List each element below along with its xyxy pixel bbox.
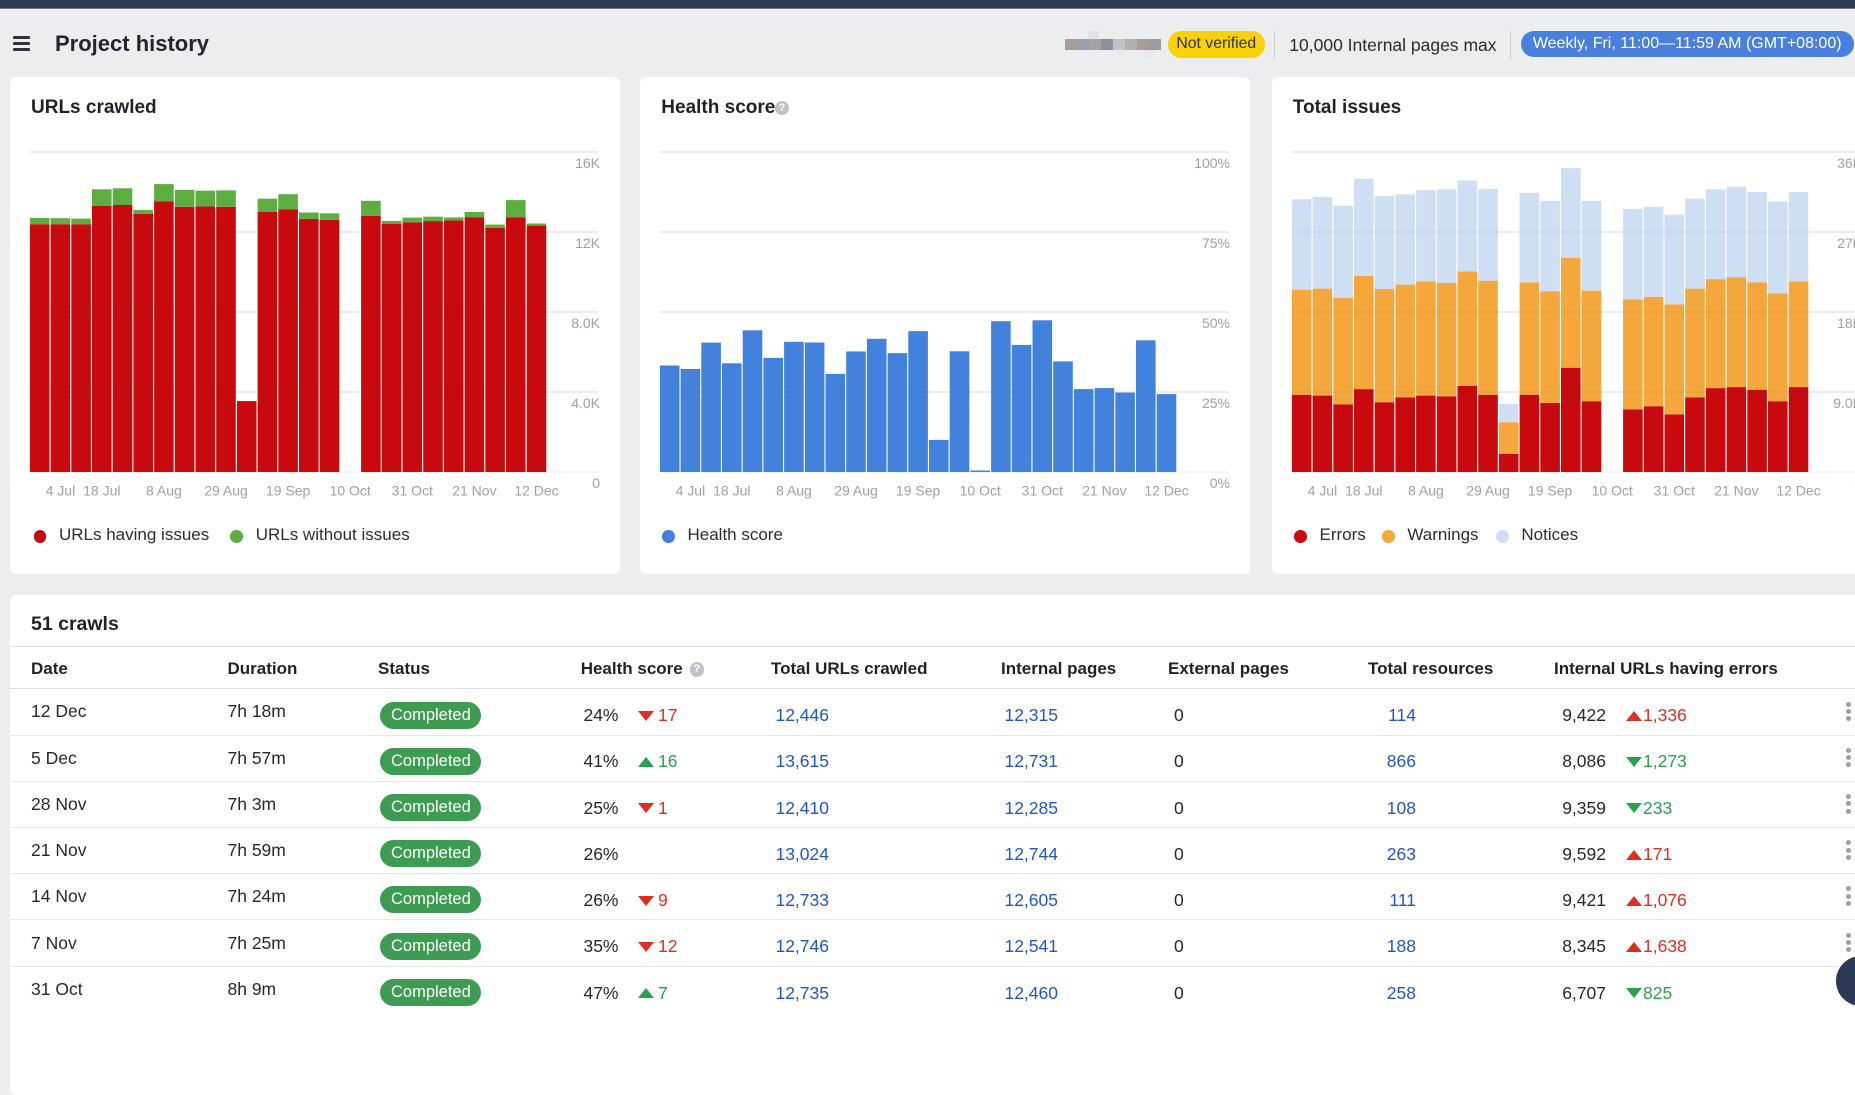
svg-text:31 Oct: 31 Oct	[1022, 483, 1063, 499]
svg-text:18K: 18K	[1837, 315, 1855, 331]
svg-text:29 Aug: 29 Aug	[834, 483, 878, 499]
svg-text:21 Nov: 21 Nov	[1083, 483, 1127, 499]
svg-text:21 Nov: 21 Nov	[452, 483, 496, 499]
svg-text:21 Nov: 21 Nov	[1714, 483, 1758, 499]
svg-text:10 Oct: 10 Oct	[330, 483, 371, 499]
svg-text:9.0K: 9.0K	[1833, 395, 1855, 411]
svg-text:75%: 75%	[1202, 235, 1230, 251]
svg-text:12 Dec: 12 Dec	[514, 483, 558, 499]
svg-text:18 Jul: 18 Jul	[713, 483, 750, 499]
svg-text:12K: 12K	[575, 235, 601, 251]
svg-text:0%: 0%	[1210, 475, 1230, 491]
svg-text:8 Aug: 8 Aug	[146, 483, 182, 499]
svg-text:25%: 25%	[1202, 395, 1230, 411]
svg-text:10 Oct: 10 Oct	[960, 483, 1001, 499]
svg-text:12 Dec: 12 Dec	[1776, 483, 1820, 499]
svg-text:100%: 100%	[1194, 155, 1230, 171]
svg-text:12 Dec: 12 Dec	[1145, 483, 1189, 499]
svg-text:29 Aug: 29 Aug	[1466, 483, 1510, 499]
svg-text:19 Sep: 19 Sep	[1528, 483, 1573, 499]
svg-text:50%: 50%	[1202, 315, 1230, 331]
svg-text:8 Aug: 8 Aug	[1408, 483, 1444, 499]
svg-text:8.0K: 8.0K	[571, 315, 600, 331]
svg-text:4 Jul: 4 Jul	[676, 483, 706, 499]
svg-text:4 Jul: 4 Jul	[46, 483, 76, 499]
svg-text:27K: 27K	[1837, 235, 1855, 251]
svg-text:31 Oct: 31 Oct	[1653, 483, 1694, 499]
svg-text:8 Aug: 8 Aug	[776, 483, 812, 499]
svg-text:36K: 36K	[1837, 155, 1855, 171]
svg-text:19 Sep: 19 Sep	[896, 483, 941, 499]
svg-text:10 Oct: 10 Oct	[1591, 483, 1632, 499]
svg-text:31 Oct: 31 Oct	[392, 483, 433, 499]
svg-text:19 Sep: 19 Sep	[266, 483, 311, 499]
svg-text:4.0K: 4.0K	[571, 395, 600, 411]
svg-text:18 Jul: 18 Jul	[1345, 483, 1382, 499]
svg-text:29 Aug: 29 Aug	[204, 483, 248, 499]
svg-text:4 Jul: 4 Jul	[1307, 483, 1337, 499]
svg-text:18 Jul: 18 Jul	[83, 483, 120, 499]
svg-text:16K: 16K	[575, 155, 601, 171]
svg-text:0: 0	[592, 475, 600, 491]
